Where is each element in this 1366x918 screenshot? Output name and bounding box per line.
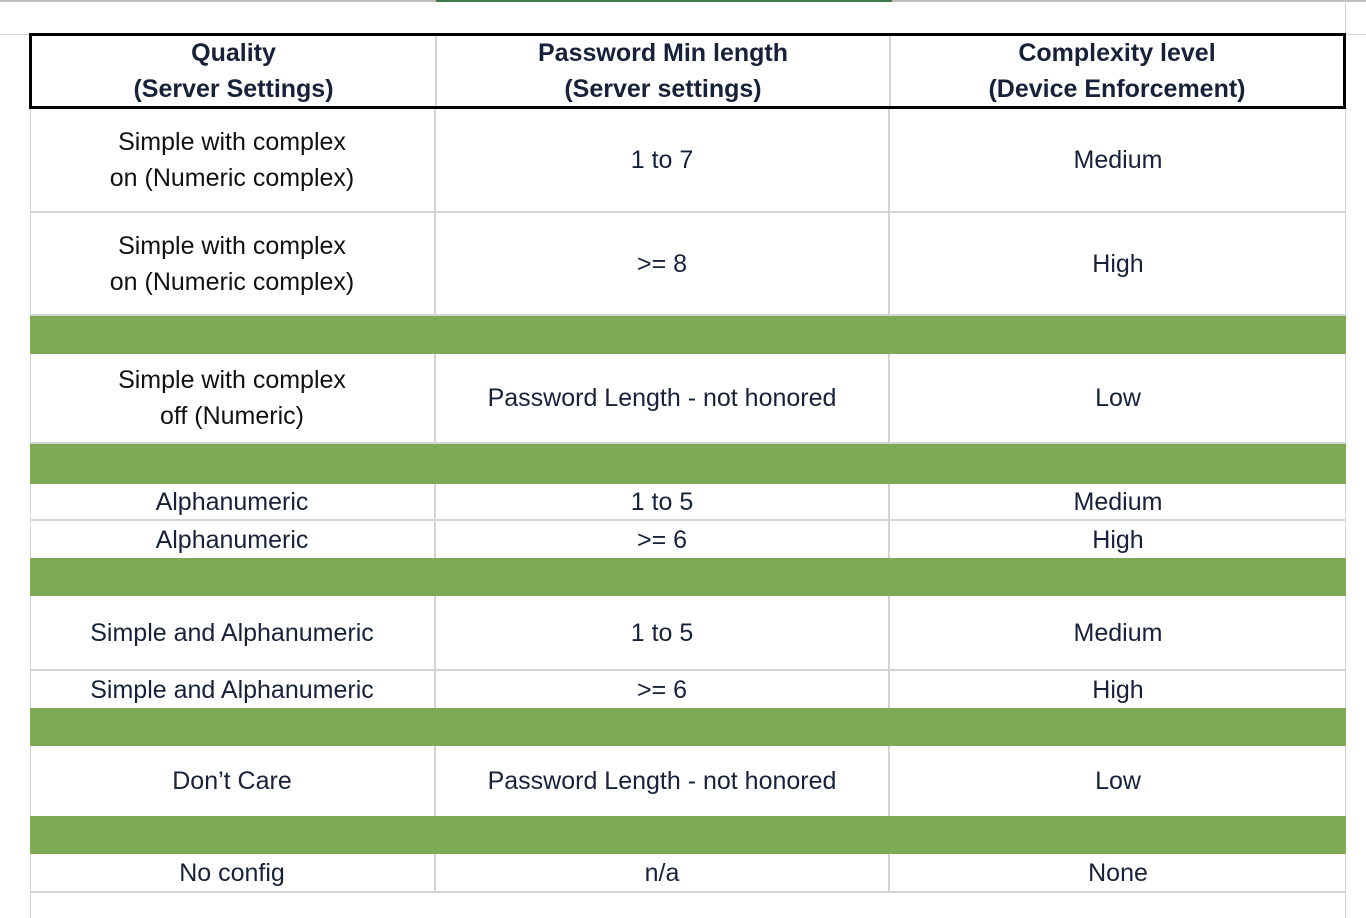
header-complexity-level[interactable]: Complexity level (Device Enforcement) (891, 36, 1343, 106)
header-quality[interactable]: Quality (Server Settings) (32, 36, 437, 106)
cell-quality[interactable]: Alphanumeric (30, 521, 436, 558)
cell-min-length[interactable]: 1 to 5 (436, 484, 890, 521)
gridline (0, 34, 30, 35)
cell-quality[interactable]: Simple and Alphanumeric (30, 671, 436, 708)
table-row: Simple and Alphanumeric >= 6 High (30, 671, 1346, 708)
cell-quality[interactable]: Simple with complex off (Numeric) (30, 354, 436, 444)
cell-quality[interactable]: Simple with complex on (Numeric complex) (30, 213, 436, 316)
table-row: Simple with complex off (Numeric) Passwo… (30, 354, 1346, 444)
table-header-row: Quality (Server Settings) Password Min l… (29, 33, 1346, 109)
cell-min-length[interactable]: >= 6 (436, 521, 890, 558)
cell-min-length[interactable]: >= 8 (436, 213, 890, 316)
cell-quality[interactable]: Alphanumeric (30, 484, 436, 521)
gridline (1346, 34, 1366, 35)
cell-complexity[interactable]: Low (890, 746, 1346, 816)
header-password-min-length[interactable]: Password Min length (Server settings) (437, 36, 891, 106)
table-row: No config n/a None (30, 854, 1346, 891)
separator-row[interactable] (30, 816, 1346, 854)
cell-quality[interactable]: No config (30, 854, 436, 891)
cell-complexity[interactable]: Low (890, 354, 1346, 444)
cell-min-length[interactable]: >= 6 (436, 671, 890, 708)
table-row: Don’t Care Password Length - not honored… (30, 746, 1346, 816)
table-row: Simple with complex on (Numeric complex)… (30, 109, 1346, 213)
cell-complexity[interactable]: High (890, 521, 1346, 558)
cell-min-length[interactable]: 1 to 7 (436, 109, 890, 213)
cell-complexity[interactable]: Medium (890, 484, 1346, 521)
cell-complexity[interactable]: Medium (890, 596, 1346, 671)
table-row: Alphanumeric 1 to 5 Medium (30, 484, 1346, 521)
separator-row[interactable] (30, 316, 1346, 354)
empty-row[interactable] (30, 891, 1346, 918)
table-row: Alphanumeric >= 6 High (30, 521, 1346, 558)
separator-row[interactable] (30, 708, 1346, 746)
cell-quality[interactable]: Simple with complex on (Numeric complex) (30, 109, 436, 213)
cell-complexity[interactable]: None (890, 854, 1346, 891)
cell-complexity[interactable]: High (890, 671, 1346, 708)
table-row: Simple with complex on (Numeric complex)… (30, 213, 1346, 316)
cell-complexity[interactable]: High (890, 213, 1346, 316)
cell-complexity[interactable]: Medium (890, 109, 1346, 213)
cell-quality[interactable]: Simple and Alphanumeric (30, 596, 436, 671)
cell-quality[interactable]: Don’t Care (30, 746, 436, 816)
separator-row[interactable] (30, 558, 1346, 596)
cell-min-length[interactable]: 1 to 5 (436, 596, 890, 671)
separator-row[interactable] (30, 444, 1346, 484)
cell-min-length[interactable]: Password Length - not honored (436, 354, 890, 444)
table-row: Simple and Alphanumeric 1 to 5 Medium (30, 596, 1346, 671)
selected-column-indicator (436, 0, 892, 2)
cell-min-length[interactable]: Password Length - not honored (436, 746, 890, 816)
cell-min-length[interactable]: n/a (436, 854, 890, 891)
